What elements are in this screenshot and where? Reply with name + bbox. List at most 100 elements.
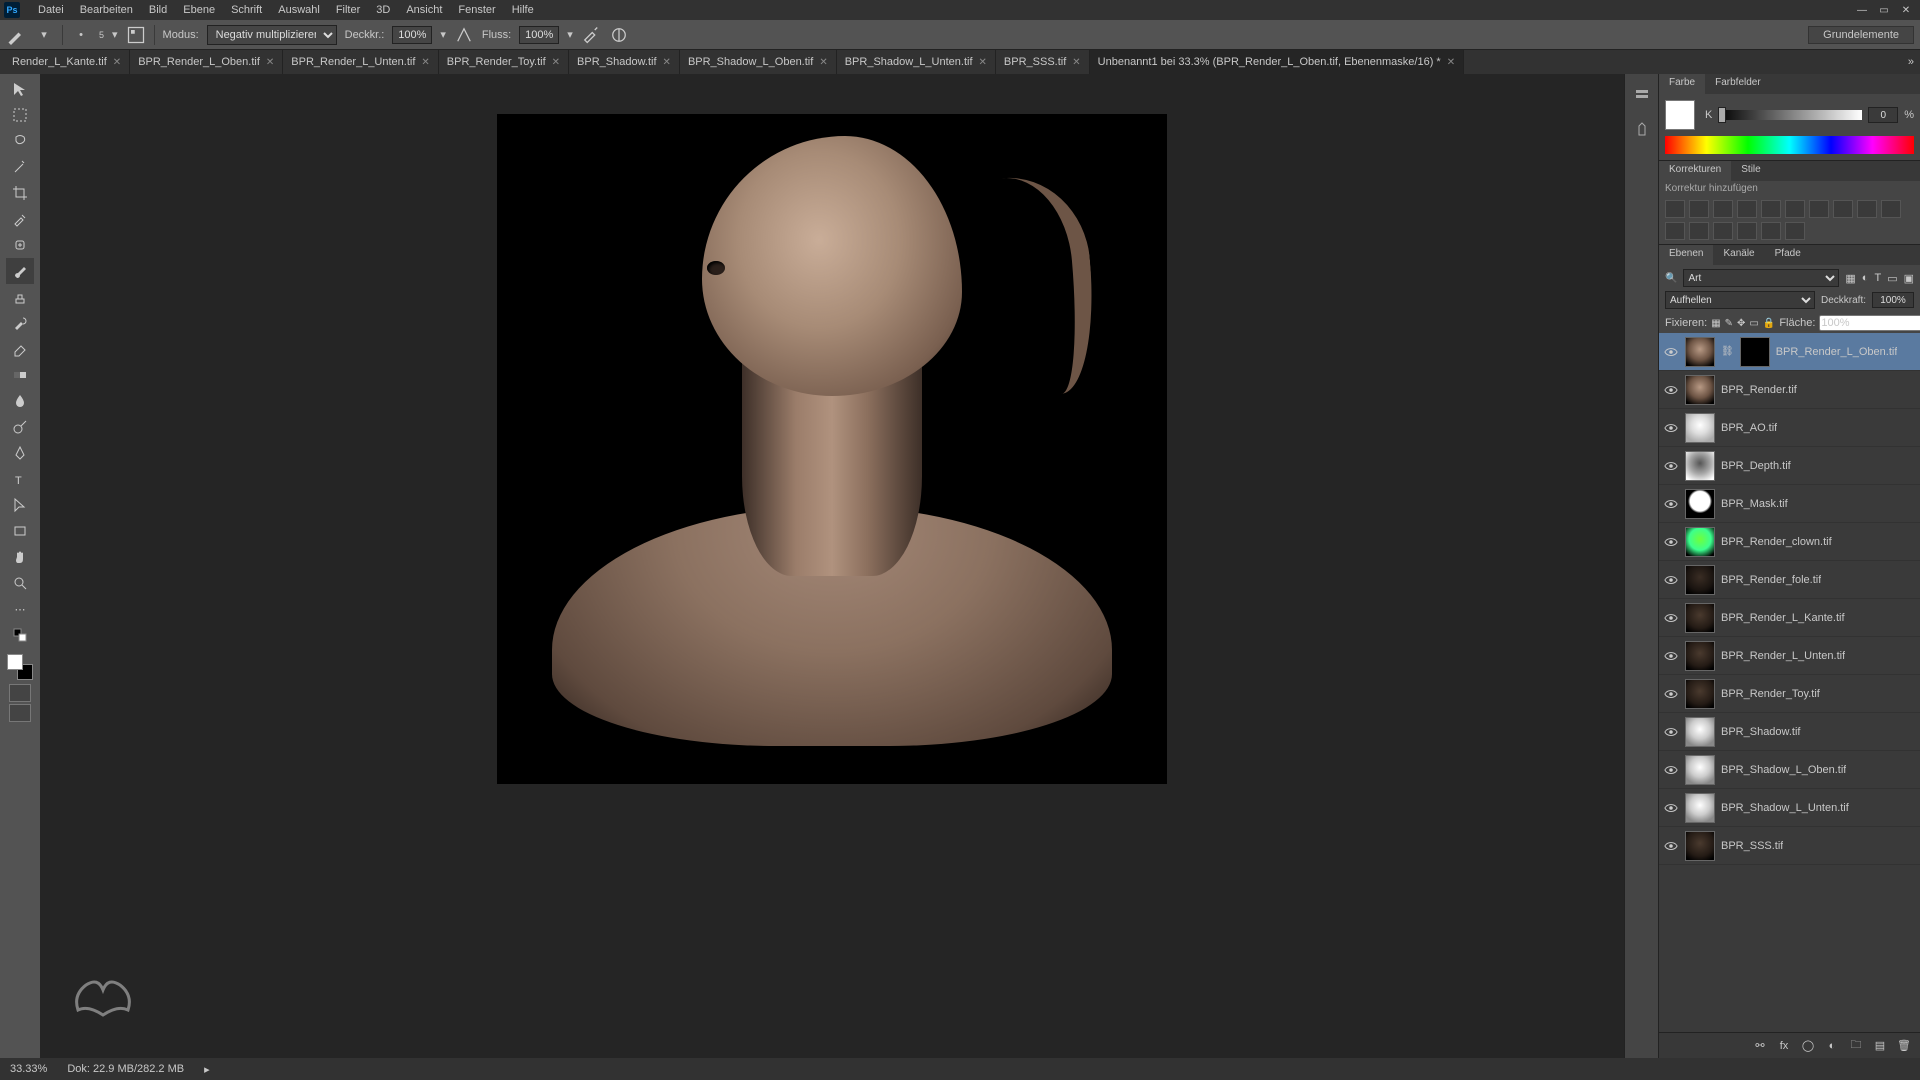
layer-thumbnail[interactable] bbox=[1685, 831, 1715, 861]
menu-ebene[interactable]: Ebene bbox=[175, 1, 223, 19]
healing-brush-tool[interactable] bbox=[6, 232, 34, 258]
layer-visibility-icon[interactable] bbox=[1663, 344, 1679, 360]
tab-close-icon[interactable]: ✕ bbox=[266, 57, 274, 68]
workspace-switcher[interactable]: Grundelemente bbox=[1808, 26, 1914, 44]
layer-row[interactable]: BPR_Shadow_L_Oben.tif bbox=[1659, 751, 1920, 789]
blend-mode-select[interactable]: Negativ multiplizieren bbox=[207, 25, 337, 45]
layer-visibility-icon[interactable] bbox=[1663, 610, 1679, 626]
adj-invert-icon[interactable] bbox=[1689, 222, 1709, 240]
layer-name[interactable]: BPR_AO.tif bbox=[1721, 422, 1777, 434]
layer-thumbnail[interactable] bbox=[1685, 375, 1715, 405]
layer-thumbnail[interactable] bbox=[1685, 679, 1715, 709]
tab-farbe[interactable]: Farbe bbox=[1659, 74, 1705, 94]
layer-mask-icon[interactable]: ◯ bbox=[1800, 1038, 1816, 1054]
document-tab[interactable]: Unbenannt1 bei 33.3% (BPR_Render_L_Oben.… bbox=[1090, 50, 1464, 74]
eraser-tool[interactable] bbox=[6, 336, 34, 362]
history-brush-tool[interactable] bbox=[6, 310, 34, 336]
layer-visibility-icon[interactable] bbox=[1663, 496, 1679, 512]
adj-colorlookup-icon[interactable] bbox=[1665, 222, 1685, 240]
tab-scroll-icon[interactable]: » bbox=[1902, 50, 1920, 74]
menu-fenster[interactable]: Fenster bbox=[450, 1, 503, 19]
maximize-button[interactable]: ▭ bbox=[1874, 3, 1894, 17]
layer-name[interactable]: BPR_Render_L_Oben.tif bbox=[1776, 346, 1898, 358]
crop-tool[interactable] bbox=[6, 180, 34, 206]
airbrush-icon[interactable] bbox=[581, 25, 601, 45]
adj-bw-icon[interactable] bbox=[1833, 200, 1853, 218]
layer-name[interactable]: BPR_Mask.tif bbox=[1721, 498, 1788, 510]
layer-visibility-icon[interactable] bbox=[1663, 648, 1679, 664]
document-tab[interactable]: BPR_Render_L_Oben.tif✕ bbox=[130, 50, 283, 74]
layer-thumbnail[interactable] bbox=[1685, 451, 1715, 481]
pressure-size-icon[interactable] bbox=[609, 25, 629, 45]
tab-close-icon[interactable]: ✕ bbox=[819, 57, 827, 68]
move-tool[interactable] bbox=[6, 76, 34, 102]
layer-row[interactable]: BPR_Render_fole.tif bbox=[1659, 561, 1920, 599]
marquee-tool[interactable] bbox=[6, 102, 34, 128]
layer-thumbnail[interactable] bbox=[1685, 413, 1715, 443]
layer-name[interactable]: BPR_Shadow.tif bbox=[1721, 726, 1801, 738]
brush-tool[interactable] bbox=[6, 258, 34, 284]
adj-selectivecolor-icon[interactable] bbox=[1785, 222, 1805, 240]
layer-row[interactable]: ⛓ BPR_Render_L_Oben.tif bbox=[1659, 333, 1920, 371]
layer-row[interactable]: BPR_AO.tif bbox=[1659, 409, 1920, 447]
document-tab[interactable]: BPR_Shadow_L_Unten.tif✕ bbox=[837, 50, 996, 74]
layer-link-icon[interactable]: ⛓ bbox=[1721, 346, 1734, 357]
tab-close-icon[interactable]: ✕ bbox=[1072, 57, 1080, 68]
filter-type-icon[interactable]: T bbox=[1874, 272, 1881, 284]
layer-row[interactable]: BPR_Render_clown.tif bbox=[1659, 523, 1920, 561]
layer-name[interactable]: BPR_Shadow_L_Unten.tif bbox=[1721, 802, 1849, 814]
path-selection-tool[interactable] bbox=[6, 492, 34, 518]
tab-close-icon[interactable]: ✕ bbox=[552, 57, 560, 68]
dodge-tool[interactable] bbox=[6, 414, 34, 440]
adj-exposure-icon[interactable] bbox=[1737, 200, 1757, 218]
pressure-opacity-icon[interactable] bbox=[454, 25, 474, 45]
layer-row[interactable]: BPR_Render_L_Unten.tif bbox=[1659, 637, 1920, 675]
close-button[interactable]: ✕ bbox=[1896, 3, 1916, 17]
magic-wand-tool[interactable] bbox=[6, 154, 34, 180]
brush-panel-toggle-icon[interactable] bbox=[126, 25, 146, 45]
adj-threshold-icon[interactable] bbox=[1737, 222, 1757, 240]
filter-shape-icon[interactable]: ▭ bbox=[1887, 272, 1897, 285]
history-panel-icon[interactable] bbox=[1631, 84, 1653, 106]
layer-thumbnail[interactable] bbox=[1685, 793, 1715, 823]
layer-row[interactable]: BPR_Mask.tif bbox=[1659, 485, 1920, 523]
fill-input[interactable] bbox=[1819, 315, 1920, 331]
adj-posterize-icon[interactable] bbox=[1713, 222, 1733, 240]
quickmask-toggle[interactable] bbox=[9, 684, 31, 702]
menu-bearbeiten[interactable]: Bearbeiten bbox=[72, 1, 141, 19]
layer-row[interactable]: BPR_Render.tif bbox=[1659, 371, 1920, 409]
menu-hilfe[interactable]: Hilfe bbox=[504, 1, 542, 19]
flow-dropdown[interactable]: ▾ bbox=[567, 28, 573, 41]
color-swatches[interactable] bbox=[7, 654, 33, 680]
layer-row[interactable]: BPR_Render_L_Kante.tif bbox=[1659, 599, 1920, 637]
gradient-tool[interactable] bbox=[6, 362, 34, 388]
layer-name[interactable]: BPR_Render_Toy.tif bbox=[1721, 688, 1820, 700]
menu-ansicht[interactable]: Ansicht bbox=[398, 1, 450, 19]
document-tab[interactable]: BPR_Render_L_Unten.tif✕ bbox=[283, 50, 439, 74]
lock-pixels-icon[interactable]: ✎ bbox=[1725, 315, 1733, 331]
layer-thumbnail[interactable] bbox=[1685, 527, 1715, 557]
minimize-button[interactable]: — bbox=[1852, 3, 1872, 17]
adj-hue-icon[interactable] bbox=[1785, 200, 1805, 218]
layer-row[interactable]: BPR_Depth.tif bbox=[1659, 447, 1920, 485]
adj-gradientmap-icon[interactable] bbox=[1761, 222, 1781, 240]
layer-mask-thumbnail[interactable] bbox=[1740, 337, 1770, 367]
layer-row[interactable]: BPR_SSS.tif bbox=[1659, 827, 1920, 865]
delete-layer-icon[interactable]: 🗑 bbox=[1896, 1038, 1912, 1054]
tab-close-icon[interactable]: ✕ bbox=[421, 57, 429, 68]
layer-visibility-icon[interactable] bbox=[1663, 800, 1679, 816]
layer-thumbnail[interactable] bbox=[1685, 717, 1715, 747]
layer-name[interactable]: BPR_Shadow_L_Oben.tif bbox=[1721, 764, 1846, 776]
layer-fx-icon[interactable]: fx bbox=[1776, 1038, 1792, 1054]
color-value-input[interactable] bbox=[1868, 107, 1898, 123]
tab-close-icon[interactable]: ✕ bbox=[979, 57, 987, 68]
filter-adjust-icon[interactable]: ◐ bbox=[1862, 272, 1869, 284]
tab-close-icon[interactable]: ✕ bbox=[1447, 57, 1455, 68]
layer-visibility-icon[interactable] bbox=[1663, 762, 1679, 778]
adj-brightness-icon[interactable] bbox=[1665, 200, 1685, 218]
layer-thumbnail[interactable] bbox=[1685, 641, 1715, 671]
layer-thumbnail[interactable] bbox=[1685, 565, 1715, 595]
document-tab[interactable]: BPR_Shadow_L_Oben.tif✕ bbox=[680, 50, 837, 74]
foreground-color[interactable] bbox=[7, 654, 23, 670]
layer-opacity-input[interactable] bbox=[1872, 292, 1914, 308]
